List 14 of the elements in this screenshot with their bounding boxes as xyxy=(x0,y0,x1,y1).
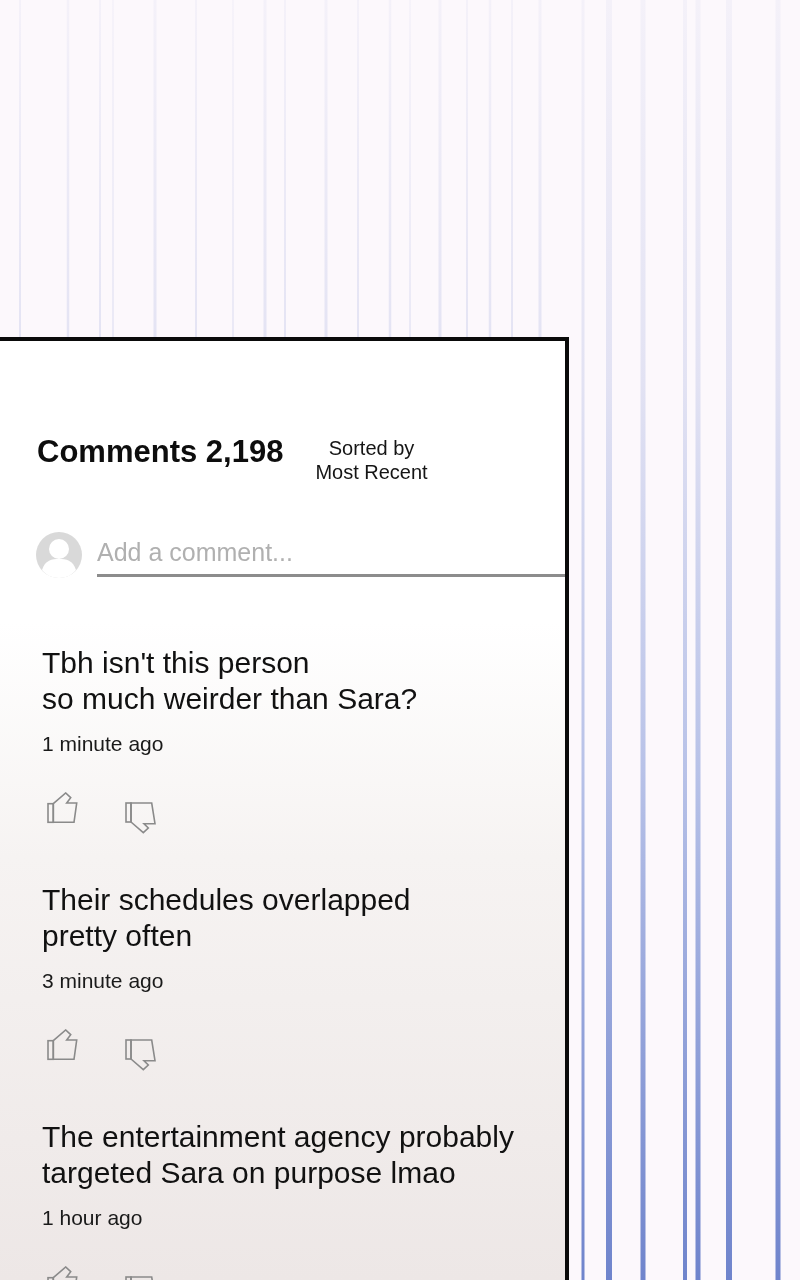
comments-title: Comments 2,198 xyxy=(37,434,284,470)
comment-text: Their schedules overlapped pretty often xyxy=(42,882,411,954)
avatar-icon xyxy=(36,532,82,578)
thumbs-up-icon[interactable] xyxy=(47,792,79,824)
comment-time: 1 hour ago xyxy=(42,1205,143,1231)
comment-text: The entertainment agency probably targeted Sara on purpose lmao xyxy=(42,1119,514,1191)
thumbs-up-icon[interactable] xyxy=(47,1029,79,1061)
thumbs-down-icon[interactable] xyxy=(125,1039,157,1071)
comment-time: 3 minute ago xyxy=(42,968,164,994)
comment-input[interactable]: Add a comment... xyxy=(97,532,565,577)
thumbs-down-icon[interactable] xyxy=(125,802,157,834)
sort-button[interactable]: Sorted by Most Recent xyxy=(315,436,428,484)
comment-text: Tbh isn't this person so much weirder than Sara? xyxy=(42,645,418,717)
comment-time: 1 minute ago xyxy=(42,731,164,757)
